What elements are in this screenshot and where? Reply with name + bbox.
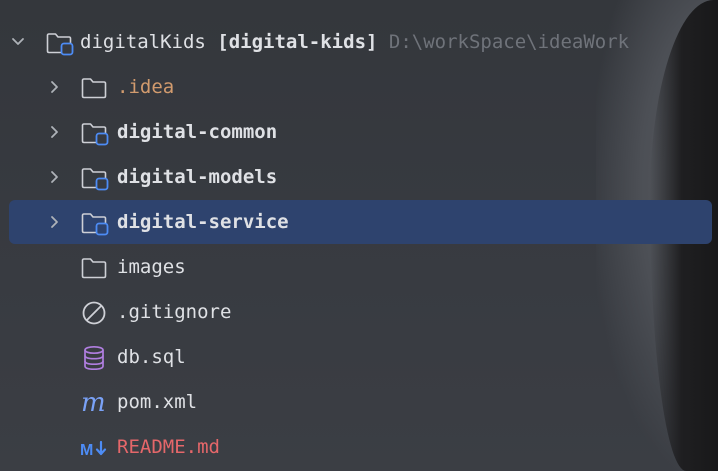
tree-item-label: README.md bbox=[117, 436, 220, 458]
module-folder-icon bbox=[46, 33, 74, 56]
ignored-file-icon bbox=[82, 301, 106, 325]
tree-item-label: digital-service bbox=[117, 211, 289, 233]
tree-row-digital-service[interactable]: digital-service bbox=[0, 200, 718, 244]
tree-row-digital-models[interactable]: digital-models bbox=[0, 155, 718, 199]
tree-row-idea[interactable]: .idea bbox=[0, 65, 718, 109]
tree-row-root[interactable]: digitalKids [digital-kids] D:\workSpace\… bbox=[0, 20, 718, 64]
tree-item-label: digital-common bbox=[117, 121, 278, 143]
svg-text:M: M bbox=[80, 442, 93, 459]
folder-icon bbox=[81, 258, 107, 279]
tree-row-pom-xml[interactable]: m pom.xml bbox=[0, 380, 718, 424]
database-icon bbox=[84, 345, 104, 371]
tree-row-images[interactable]: images bbox=[0, 245, 718, 289]
tree-item-label: .gitignore bbox=[117, 301, 232, 323]
markdown-icon: M bbox=[80, 440, 107, 459]
root-project-name: digitalKids [digital-kids] D:\workSpace\… bbox=[80, 29, 629, 55]
tree-item-label: pom.xml bbox=[117, 391, 198, 413]
module-folder-icon bbox=[81, 168, 109, 191]
chevron-right-icon[interactable] bbox=[47, 214, 61, 230]
chevron-right-icon[interactable] bbox=[47, 79, 61, 95]
project-name-text: digitalKids bbox=[80, 31, 206, 53]
module-name-text: [digital-kids] bbox=[217, 31, 378, 53]
folder-icon bbox=[81, 78, 107, 99]
chevron-down-icon[interactable] bbox=[11, 34, 25, 50]
project-tree: digitalKids [digital-kids] D:\workSpace\… bbox=[0, 0, 718, 471]
svg-text:m: m bbox=[81, 389, 106, 417]
tree-row-digital-common[interactable]: digital-common bbox=[0, 110, 718, 154]
project-path-text: D:\workSpace\ideaWork bbox=[388, 31, 630, 53]
tree-row-readme[interactable]: M README.md bbox=[0, 425, 718, 469]
tree-row-db-sql[interactable]: db.sql bbox=[0, 335, 718, 379]
tree-item-label: digital-models bbox=[117, 166, 278, 188]
module-folder-icon bbox=[81, 213, 109, 236]
tree-item-label: db.sql bbox=[117, 346, 186, 368]
module-folder-icon bbox=[81, 123, 109, 146]
chevron-right-icon[interactable] bbox=[47, 169, 61, 185]
tree-item-label: .idea bbox=[117, 76, 175, 98]
maven-icon: m bbox=[81, 389, 106, 417]
selection-highlight bbox=[9, 200, 712, 244]
tree-item-label: images bbox=[117, 256, 186, 278]
tree-row-gitignore[interactable]: .gitignore bbox=[0, 290, 718, 334]
chevron-right-icon[interactable] bbox=[47, 124, 61, 140]
